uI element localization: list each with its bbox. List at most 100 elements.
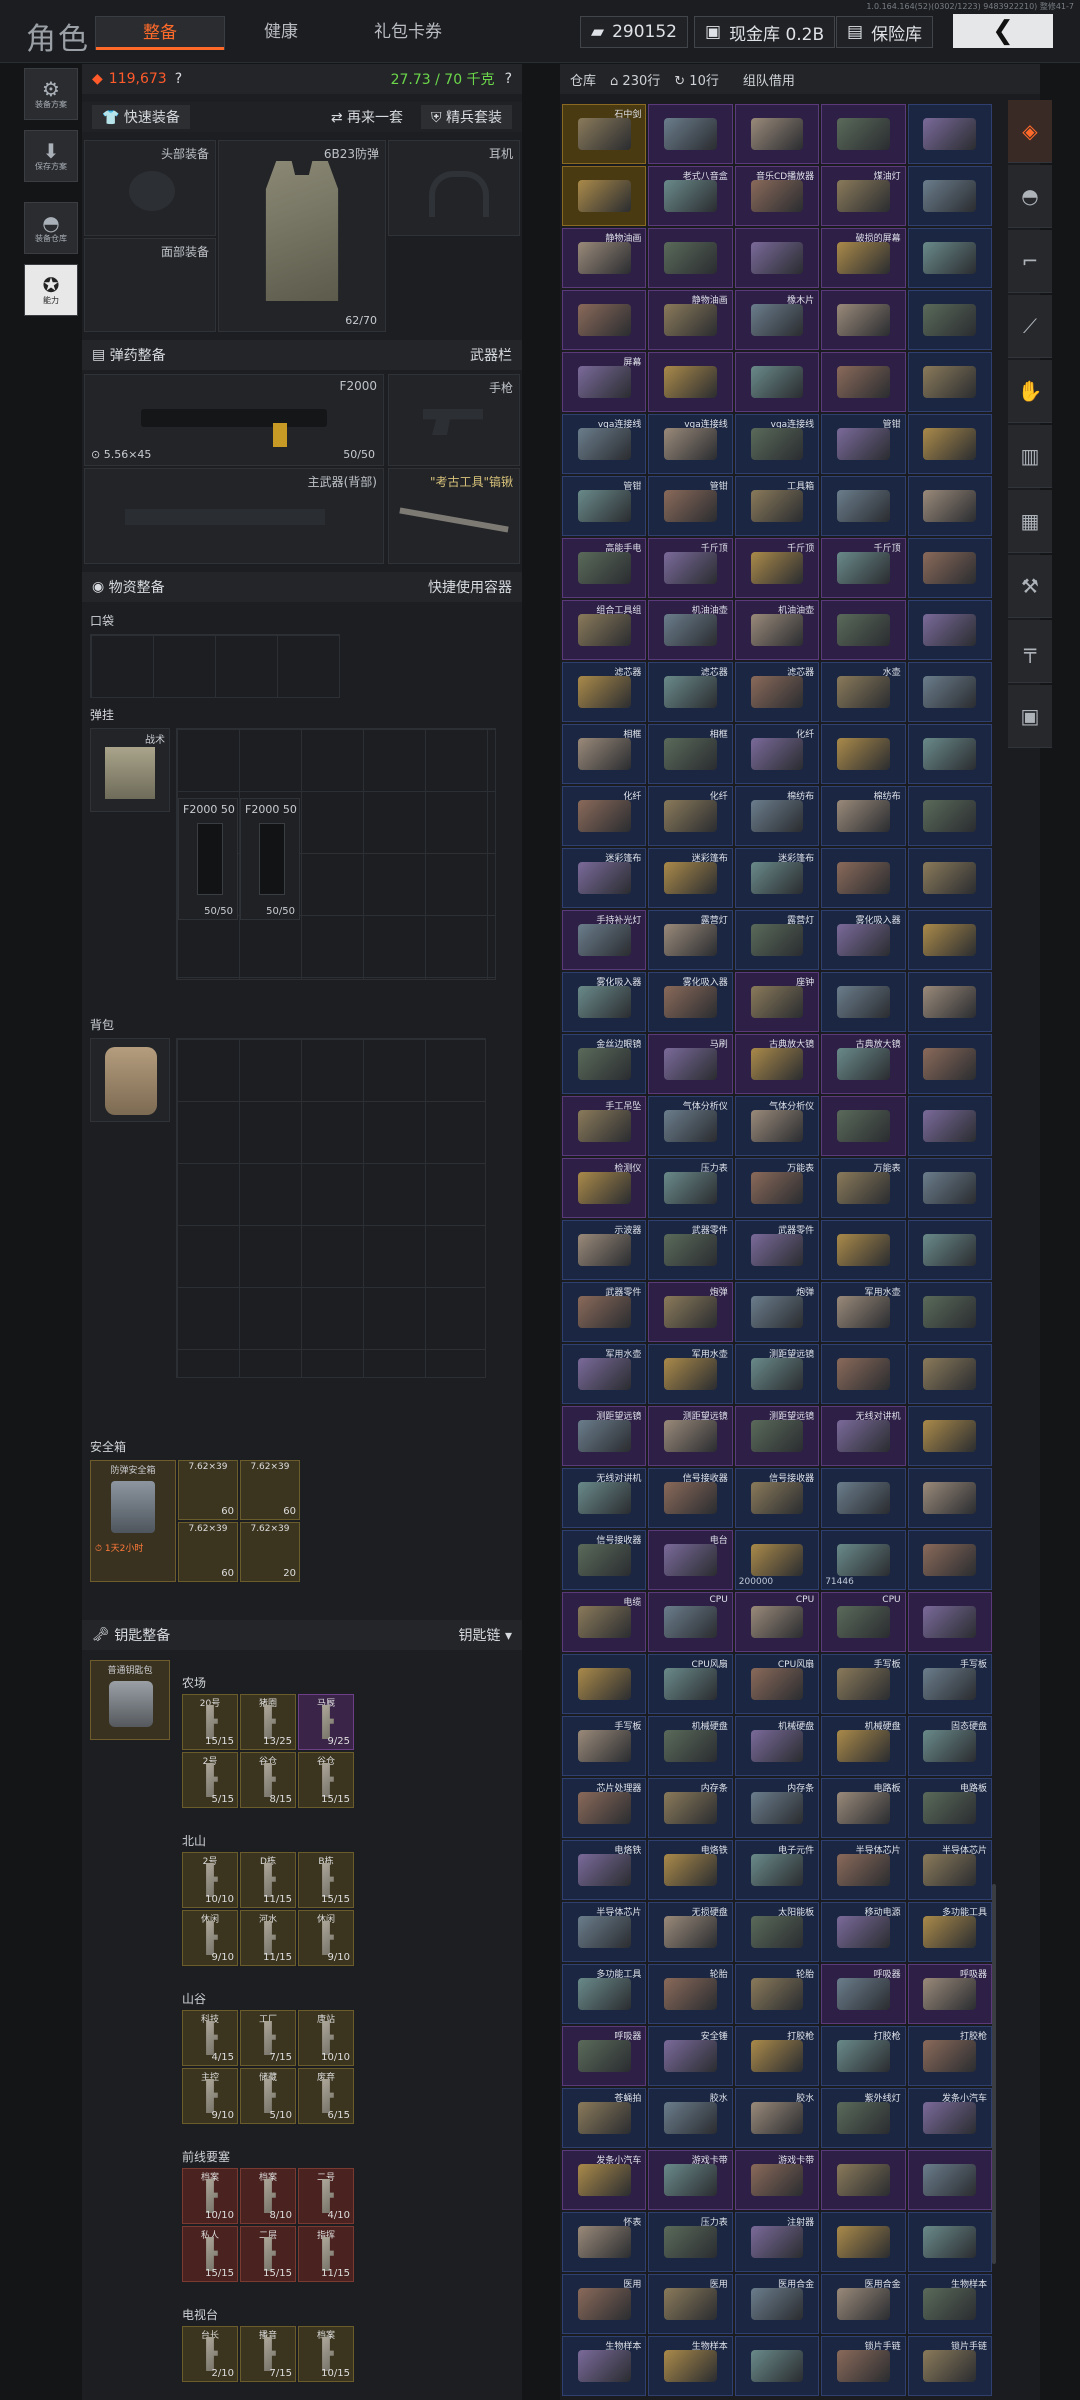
storage-item[interactable]: 相框 xyxy=(648,724,733,784)
storage-item[interactable]: 雾化吸入器 xyxy=(648,972,733,1032)
storage-item[interactable]: 打胶枪 xyxy=(907,2026,992,2086)
coins-display[interactable]: ▰ 290152 xyxy=(580,16,688,48)
key-item[interactable]: 20号 15/15 xyxy=(182,1694,238,1750)
key-item[interactable]: D栋 11/15 xyxy=(240,1852,296,1908)
storage-item[interactable]: 芯片处理器 xyxy=(562,1778,647,1838)
storage-item[interactable]: 雾化吸入器 xyxy=(821,910,906,970)
key-item[interactable]: 档案 10/10 xyxy=(182,2168,238,2224)
category-crate[interactable]: ▣ xyxy=(1008,685,1052,748)
storage-item[interactable]: 电烙铁 xyxy=(648,1840,733,1900)
storage-refresh[interactable]: ↻ 10行 xyxy=(674,70,719,89)
storage-item[interactable] xyxy=(907,352,992,412)
storage-item[interactable] xyxy=(821,1220,906,1280)
storage-item[interactable] xyxy=(907,724,992,784)
storage-item[interactable]: 万能表 xyxy=(821,1158,906,1218)
storage-item[interactable]: 轮胎 xyxy=(734,1964,820,2024)
storage-item[interactable]: 发条小汽车 xyxy=(907,2088,992,2148)
key-chain-dropdown[interactable]: 钥匙链 ▾ xyxy=(459,1625,512,1645)
storage-item[interactable]: 军用水壶 xyxy=(821,1282,906,1342)
storage-item[interactable]: 电烙铁 xyxy=(562,1840,647,1900)
storage-item[interactable] xyxy=(907,972,992,1032)
storage-item[interactable]: 武器零件 xyxy=(562,1282,647,1342)
storage-item[interactable]: 千斤顶 xyxy=(821,538,906,598)
storage-item[interactable]: 电子元件 xyxy=(734,1840,820,1900)
key-item[interactable]: 废弃 6/15 xyxy=(298,2068,354,2124)
storage-item[interactable]: 电缆 xyxy=(562,1592,647,1652)
key-item[interactable]: 马厩 9/25 xyxy=(298,1694,354,1750)
storage-item[interactable] xyxy=(562,290,647,350)
category-hand[interactable]: ✋ xyxy=(1008,360,1052,423)
ear-slot[interactable]: 耳机 xyxy=(388,140,520,236)
storage-item[interactable]: 破损的屏幕 xyxy=(821,228,906,288)
storage-item[interactable]: CPU风扇 xyxy=(648,1654,733,1714)
storage-item[interactable] xyxy=(907,1344,992,1404)
storage-item[interactable]: 电路板 xyxy=(821,1778,906,1838)
storage-item[interactable]: 金丝边眼镜 xyxy=(562,1034,647,1094)
storage-item[interactable]: CPU xyxy=(821,1592,906,1652)
storage-item[interactable]: 压力表 xyxy=(648,1158,733,1218)
key-item[interactable]: 河水 11/15 xyxy=(240,1910,296,1966)
storage-item[interactable]: 雾化吸入器 xyxy=(562,972,647,1032)
storage-item[interactable]: 呼吸器 xyxy=(562,2026,647,2086)
team-borrow-button[interactable]: 组队借用 xyxy=(743,70,795,89)
storage-item[interactable]: 发条小汽车 xyxy=(562,2150,647,2210)
storage-item[interactable] xyxy=(821,1468,906,1528)
storage-item[interactable] xyxy=(821,1344,906,1404)
storage-item[interactable]: 水壶 xyxy=(821,662,906,722)
storage-item[interactable] xyxy=(907,1282,992,1342)
storage-item[interactable]: 武器零件 xyxy=(648,1220,733,1280)
storage-item[interactable]: 手写板 xyxy=(907,1654,992,1714)
storage-item[interactable]: 手写板 xyxy=(562,1716,647,1776)
storage-item[interactable]: 露营灯 xyxy=(734,910,820,970)
storage-item[interactable] xyxy=(907,166,992,226)
storage-item[interactable] xyxy=(821,972,906,1032)
storage-item[interactable]: 相框 xyxy=(562,724,647,784)
category-wrench[interactable]: ⚒ xyxy=(1008,555,1052,618)
storage-item[interactable]: 200000 xyxy=(734,1530,820,1590)
storage-item[interactable]: 万能表 xyxy=(734,1158,820,1218)
storage-item[interactable]: 胶水 xyxy=(648,2088,733,2148)
storage-item[interactable]: 苍蝇拍 xyxy=(562,2088,647,2148)
storage-item[interactable]: 游戏卡带 xyxy=(648,2150,733,2210)
storage-item[interactable]: 无线对讲机 xyxy=(821,1406,906,1466)
storage-item[interactable]: 生物样本 xyxy=(648,2336,733,2396)
storage-item[interactable] xyxy=(907,1158,992,1218)
storage-item[interactable]: 迷彩篷布 xyxy=(648,848,733,908)
storage-item[interactable]: 半导体芯片 xyxy=(907,1840,992,1900)
storage-item[interactable]: 棉纺布 xyxy=(821,786,906,846)
storage-item[interactable]: 机械硬盘 xyxy=(821,1716,906,1776)
key-item[interactable]: 2号 10/10 xyxy=(182,1852,238,1908)
storage-item[interactable]: 信号接收器 xyxy=(562,1530,647,1590)
melee-slot[interactable]: "考古工具"镐锹 xyxy=(388,468,520,564)
storage-item[interactable] xyxy=(734,228,820,288)
storage-item[interactable]: 军用水壶 xyxy=(648,1344,733,1404)
storage-item[interactable]: 静物油画 xyxy=(562,228,647,288)
storage-item[interactable]: 炮弹 xyxy=(734,1282,820,1342)
safebox-ammo-1[interactable]: 7.62×39 60 xyxy=(178,1460,238,1520)
storage-item[interactable]: 古典放大镜 xyxy=(734,1034,820,1094)
storage-item[interactable]: 轮胎 xyxy=(648,1964,733,2024)
storage-item[interactable]: 手写板 xyxy=(821,1654,906,1714)
storage-item[interactable]: 移动电源 xyxy=(821,1902,906,1962)
key-item[interactable]: 谷仓 15/15 xyxy=(298,1752,354,1808)
storage-item[interactable]: 信号接收器 xyxy=(734,1468,820,1528)
storage-item[interactable]: 管钳 xyxy=(821,414,906,474)
storage-item[interactable] xyxy=(821,476,906,536)
storage-item[interactable]: 炮弹 xyxy=(648,1282,733,1342)
storage-item[interactable] xyxy=(734,352,820,412)
primary-weapon-slot[interactable]: F2000 ⊙ 5.56×45 50/50 xyxy=(84,374,384,466)
storage-item[interactable] xyxy=(907,2212,992,2272)
storage-item[interactable]: 测距望远镜 xyxy=(562,1406,647,1466)
storage-item[interactable]: 游戏卡带 xyxy=(734,2150,820,2210)
storage-item[interactable]: 工具箱 xyxy=(734,476,820,536)
elite-button[interactable]: ⛨ 精兵套装 xyxy=(421,105,512,129)
face-slot[interactable]: 面部装备 xyxy=(84,238,216,332)
storage-item[interactable]: 机械硬盘 xyxy=(734,1716,820,1776)
storage-item[interactable] xyxy=(821,848,906,908)
storage-item[interactable] xyxy=(907,1406,992,1466)
storage-item[interactable]: 多功能工具 xyxy=(562,1964,647,2024)
storage-item[interactable] xyxy=(907,910,992,970)
storage-item[interactable]: 手工吊坠 xyxy=(562,1096,647,1156)
key-item[interactable]: 档案 8/10 xyxy=(240,2168,296,2224)
category-bag[interactable]: ◈ xyxy=(1008,100,1052,163)
